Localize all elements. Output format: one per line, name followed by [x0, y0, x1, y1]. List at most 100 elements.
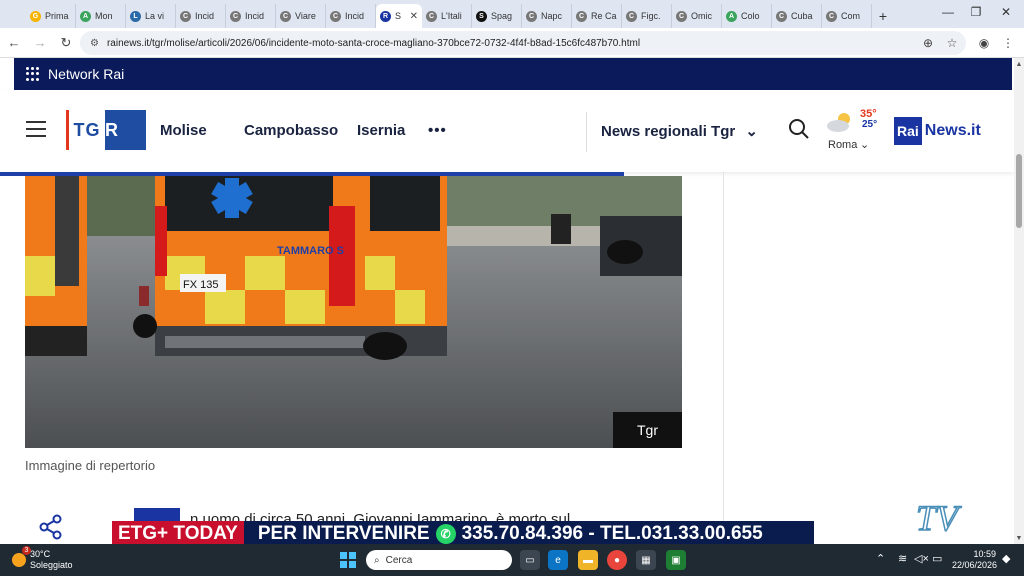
- tab-label: Cuba: [791, 11, 813, 21]
- edge-icon[interactable]: e: [548, 550, 568, 570]
- tab-close-icon[interactable]: ✕: [410, 11, 418, 22]
- nav-more-button[interactable]: •••: [428, 122, 447, 139]
- taskbar-weather[interactable]: 3 30°C Soleggiato: [12, 546, 73, 571]
- network-label: Network Rai: [48, 66, 125, 82]
- reload-icon[interactable]: ↻: [54, 31, 78, 55]
- browser-tab[interactable]: C Cuba: [772, 4, 822, 28]
- site-info-icon[interactable]: ⚙: [90, 38, 99, 49]
- regional-news-dropdown[interactable]: News regionali Tgr ⌄: [601, 122, 758, 140]
- tab-favicon-icon: C: [230, 10, 241, 22]
- chrome-icon[interactable]: ●: [607, 550, 627, 570]
- tab-favicon-icon: L: [130, 10, 141, 22]
- url-input[interactable]: ⚙ rainews.it/tgr/molise/articoli/2026/06…: [80, 31, 966, 55]
- tab-label: Viare: [295, 11, 316, 21]
- profile-icon[interactable]: ◉: [974, 31, 994, 55]
- browser-tab[interactable]: R S ✕: [376, 4, 422, 28]
- browser-tab[interactable]: C L'Itali: [422, 4, 472, 28]
- tab-favicon-icon: A: [80, 10, 91, 22]
- tab-label: Incid: [345, 11, 365, 21]
- browser-tab[interactable]: A Colo: [722, 4, 772, 28]
- nav-campobasso[interactable]: Campobasso: [244, 122, 338, 139]
- volume-icon[interactable]: ◁×: [914, 552, 929, 565]
- network-rai-bar[interactable]: Network Rai: [14, 58, 1012, 90]
- scroll-up-icon[interactable]: ▲: [1015, 60, 1023, 68]
- restore-button[interactable]: ❐: [962, 2, 990, 22]
- sun-icon: [12, 553, 26, 567]
- bookmark-star-icon[interactable]: ☆: [942, 31, 962, 55]
- tab-label: Figc.: [641, 11, 661, 21]
- store-icon[interactable]: ▦: [636, 550, 656, 570]
- weather-badge: 3: [22, 546, 31, 555]
- browser-tab[interactable]: C Napc: [522, 4, 572, 28]
- tgr-logo-left: TG: [69, 110, 105, 150]
- partly-cloudy-icon: [827, 113, 850, 132]
- tab-favicon-icon: C: [426, 10, 437, 22]
- weather-widget[interactable]: 35° 25° Roma ⌄: [826, 108, 886, 154]
- ticker-show-name: ETG+ TODAY: [112, 521, 244, 546]
- tab-favicon-icon: S: [476, 10, 487, 22]
- tgr-logo[interactable]: TG R: [66, 110, 146, 150]
- site-header: TG R Molise Campobasso Isernia ••• News …: [0, 90, 1014, 172]
- tab-favicon-icon: A: [726, 10, 737, 22]
- page-scrollbar[interactable]: ▲ ▼: [1014, 58, 1024, 544]
- zoom-icon[interactable]: ⊕: [918, 31, 938, 55]
- tab-favicon-icon: C: [280, 10, 291, 22]
- new-tab-button[interactable]: +: [872, 4, 894, 28]
- browser-tab[interactable]: C Omic: [672, 4, 722, 28]
- forward-icon[interactable]: →: [28, 31, 52, 55]
- taskbar-search-icon: ⌕: [374, 554, 380, 566]
- ticker-contact: PER INTERVENIRE ✆ 335.70.84.396 - TEL.03…: [244, 523, 763, 545]
- temp-low: 25°: [862, 119, 878, 130]
- tab-label: S: [395, 11, 402, 21]
- file-explorer-icon[interactable]: ▬: [578, 550, 598, 570]
- browser-tab[interactable]: C Incid: [226, 4, 276, 28]
- browser-tab[interactable]: G Prima: [26, 4, 76, 28]
- back-icon[interactable]: ←: [2, 31, 26, 55]
- article-photo[interactable]: FX 135 TAMMARO S Tgr: [25, 176, 682, 448]
- browser-tab[interactable]: L La vi: [126, 4, 176, 28]
- nav-region-molise[interactable]: Molise: [160, 122, 207, 139]
- share-icon[interactable]: [38, 514, 64, 540]
- tab-favicon-icon: C: [776, 10, 787, 22]
- tab-label: Mon: [95, 11, 113, 21]
- browser-tab[interactable]: C Figc.: [622, 4, 672, 28]
- browser-tab[interactable]: S Spag: [472, 4, 522, 28]
- taskbar-temp: 30°C: [30, 549, 51, 559]
- tab-label: Re Ca: [591, 11, 617, 21]
- taskbar-condition: Soleggiato: [30, 560, 73, 570]
- notification-icon[interactable]: ◆: [1002, 552, 1010, 565]
- task-view-icon[interactable]: ▭: [520, 550, 540, 570]
- taskbar-search[interactable]: ⌕ Cerca: [366, 550, 512, 570]
- browser-tab[interactable]: A Mon: [76, 4, 126, 28]
- rai-logo-box: Rai: [894, 117, 922, 145]
- battery-icon[interactable]: ▭: [932, 552, 942, 565]
- taskbar-clock[interactable]: 10:59 22/06/2026: [952, 549, 997, 571]
- scroll-thumb[interactable]: [1016, 154, 1022, 228]
- browser-tab[interactable]: C Incid: [176, 4, 226, 28]
- wifi-icon[interactable]: ≋: [898, 552, 907, 565]
- ticker-label: PER INTERVENIRE: [257, 522, 430, 544]
- search-icon[interactable]: [788, 118, 810, 140]
- browser-tab[interactable]: C Incid: [326, 4, 376, 28]
- browser-tab[interactable]: C Com: [822, 4, 872, 28]
- tab-favicon-icon: C: [526, 10, 537, 22]
- tray-overflow-icon[interactable]: ⌃: [876, 552, 885, 565]
- clock-time: 10:59: [973, 549, 996, 559]
- scroll-down-icon[interactable]: ▼: [1015, 534, 1023, 542]
- tab-favicon-icon: C: [676, 10, 687, 22]
- minimize-button[interactable]: —: [934, 2, 962, 22]
- windows-start-icon[interactable]: [340, 552, 356, 568]
- browser-tab[interactable]: C Re Ca: [572, 4, 622, 28]
- hamburger-menu-icon[interactable]: [26, 121, 46, 137]
- nav-isernia[interactable]: Isernia: [357, 122, 405, 139]
- tab-label: Omic: [691, 11, 712, 21]
- tab-favicon-icon: C: [180, 10, 191, 22]
- close-window-button[interactable]: ✕: [992, 2, 1020, 22]
- menu-kebab-icon[interactable]: ⋮: [998, 31, 1018, 55]
- browser-tab[interactable]: C Viare: [276, 4, 326, 28]
- rainews-logo[interactable]: Rai News.it: [894, 116, 981, 146]
- apps-grid-icon: [26, 67, 40, 81]
- ticker-phone: 335.70.84.396 - TEL.031.33.00.655: [461, 522, 763, 544]
- chevron-down-icon: ⌄: [745, 123, 758, 140]
- app-icon[interactable]: ▣: [666, 550, 686, 570]
